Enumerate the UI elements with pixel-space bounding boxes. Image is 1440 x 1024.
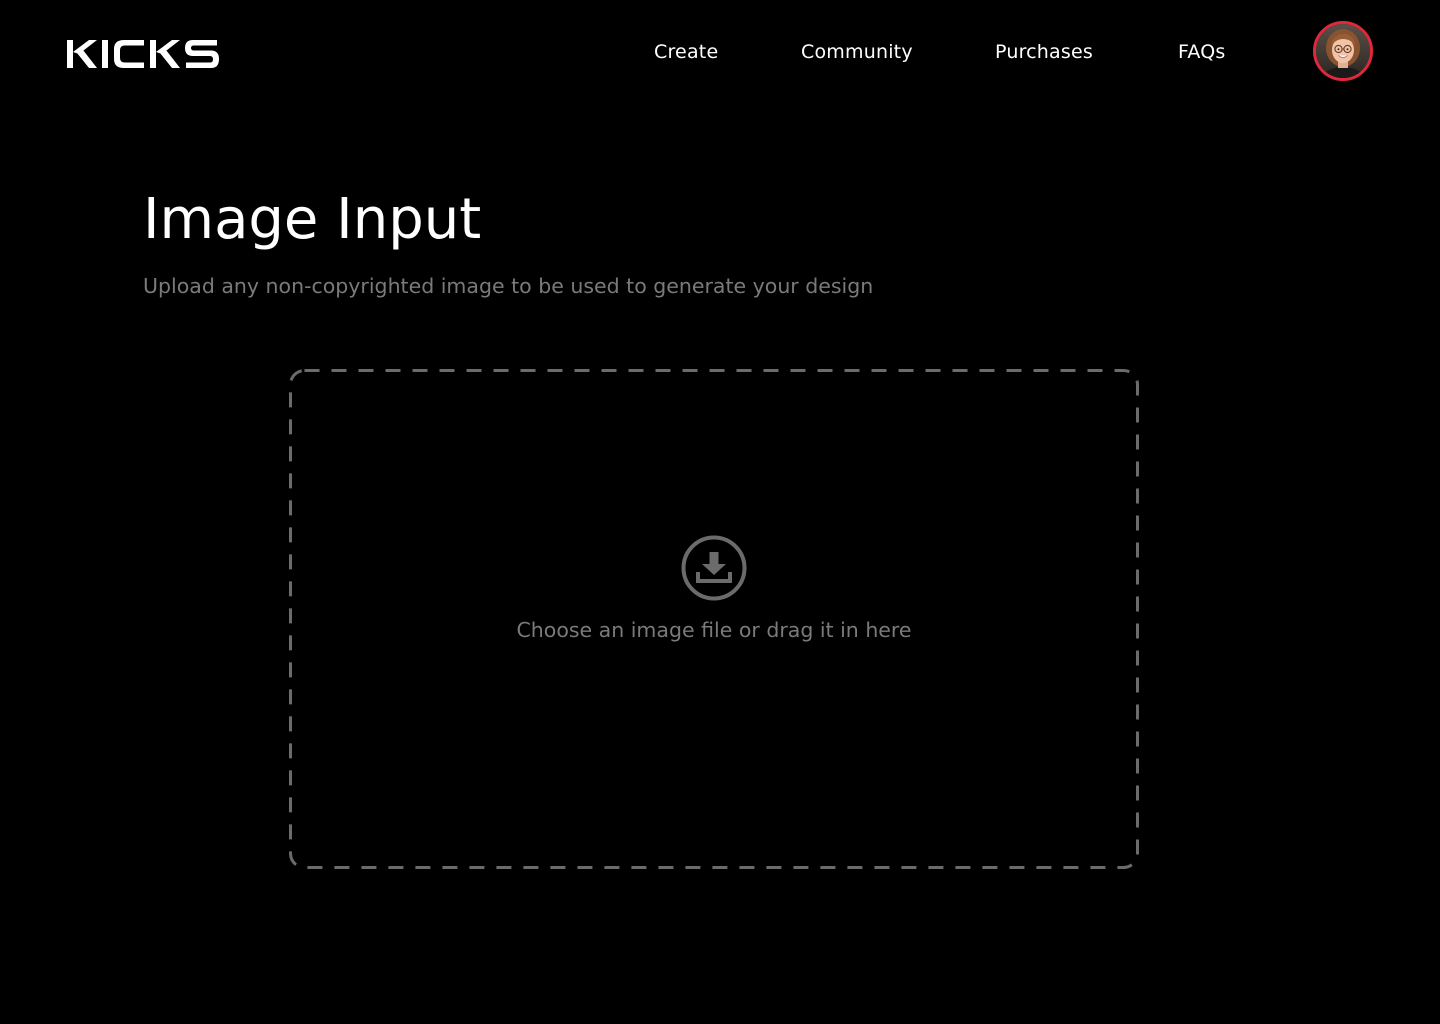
kicks-logo[interactable]: [66, 34, 222, 74]
nav-faqs[interactable]: FAQs: [1178, 38, 1226, 66]
user-avatar[interactable]: [1313, 21, 1373, 81]
page-subtitle: Upload any non-copyrighted image to be u…: [143, 274, 874, 298]
dropzone-instructions: Choose an image file or drag it in here: [516, 618, 912, 642]
page: Create Community Purchases FAQs Image In…: [0, 0, 1440, 1024]
top-navigation-bar: Create Community Purchases FAQs: [0, 0, 1440, 104]
nav-community[interactable]: Community: [801, 38, 913, 66]
nav-purchases[interactable]: Purchases: [995, 38, 1093, 66]
image-upload-dropzone[interactable]: Choose an image file or drag it in here: [289, 369, 1139, 869]
nav-create[interactable]: Create: [654, 38, 718, 66]
upload-icon: [681, 535, 747, 601]
page-title: Image Input: [143, 187, 482, 252]
